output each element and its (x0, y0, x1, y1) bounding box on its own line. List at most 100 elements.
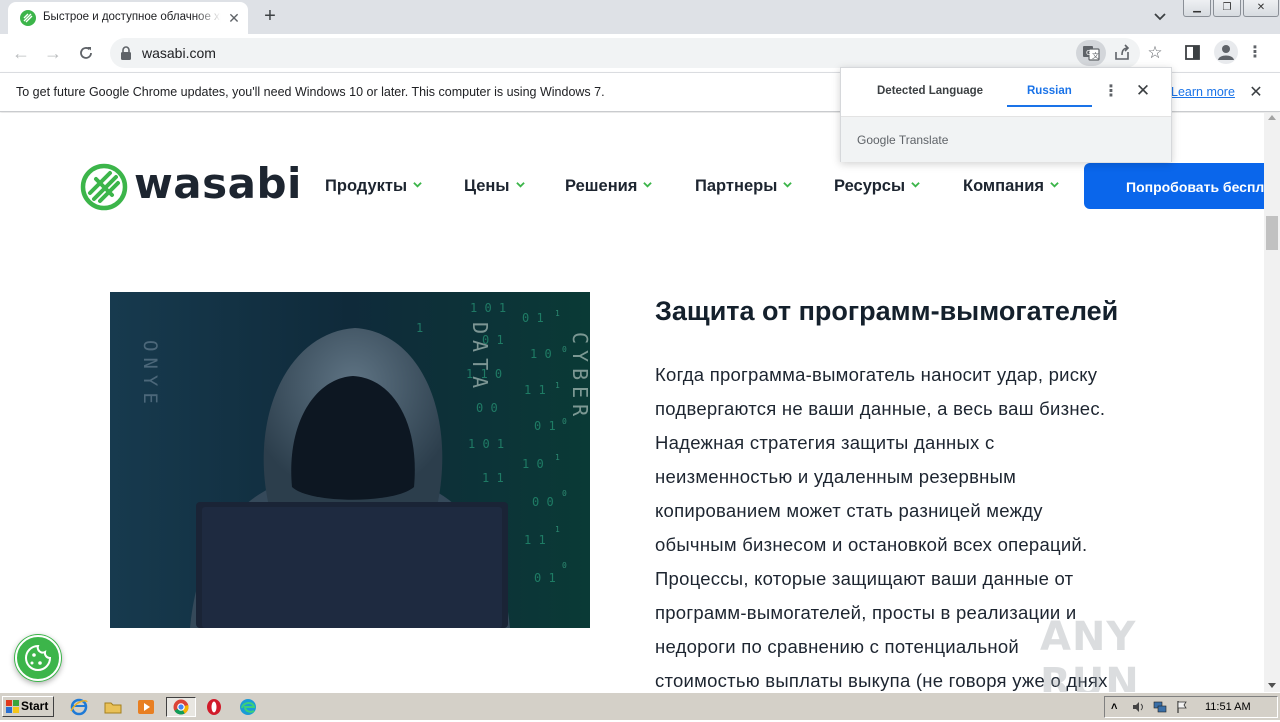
section-heading: Защита от программ-вымогателей (655, 296, 1119, 326)
svg-text:0 0: 0 0 (476, 401, 498, 415)
back-arrow-icon[interactable]: ← (8, 41, 34, 65)
nav-resources-label: Ресурсы (834, 177, 906, 195)
svg-text:0: 0 (562, 345, 567, 354)
browser-tab[interactable]: Быстрое и доступное облачное хр ✕ (8, 2, 248, 34)
paragraph-line: подвергаются не ваши данные, а весь ваш … (655, 398, 1106, 419)
tab-close-icon[interactable]: ✕ (226, 10, 242, 26)
new-tab-button[interactable]: + (258, 5, 282, 29)
active-tab-indicator (1007, 105, 1092, 107)
tab-detected-language[interactable]: Detected Language (877, 85, 983, 97)
profile-avatar-icon[interactable] (1214, 40, 1238, 64)
nav-products[interactable]: Продукты (325, 177, 422, 196)
paragraph-line: неизменностью и удаленным резервным (655, 466, 1017, 487)
scroll-thumb[interactable] (1266, 216, 1278, 250)
brand-translate: Translate (898, 133, 949, 147)
browser-menu-icon[interactable]: ⋮ (1245, 41, 1265, 65)
show-hidden-icons-icon[interactable]: ˄ (1111, 700, 1125, 714)
side-panel-icon[interactable] (1183, 43, 1203, 63)
svg-text:1: 1 (555, 453, 560, 462)
url-text: wasabi.com (142, 45, 216, 61)
nav-company-label: Компания (963, 177, 1045, 195)
file-explorer-icon[interactable] (102, 697, 124, 717)
chevron-down-icon (911, 182, 920, 188)
translate-footer: Google Translate (841, 116, 1171, 162)
close-window-button[interactable]: ✕ (1243, 0, 1279, 17)
opera-icon[interactable] (203, 697, 225, 717)
edge-icon[interactable] (237, 697, 259, 717)
window-controls: ▁ ❐ ✕ (1183, 0, 1280, 18)
windows-logo-icon (6, 700, 19, 713)
nav-partners[interactable]: Партнеры (695, 177, 793, 196)
translate-options-icon[interactable]: ⋮ (1103, 82, 1119, 102)
wasabi-logo[interactable]: wasabi (80, 159, 301, 211)
nav-solutions-label: Решения (565, 177, 638, 195)
translate-close-icon[interactable]: ✕ (1133, 81, 1153, 101)
svg-text:1: 1 (555, 381, 560, 390)
wasabi-favicon-icon (20, 10, 36, 26)
nav-resources[interactable]: Ресурсы (834, 177, 920, 196)
learn-more-link[interactable]: Learn more (1171, 85, 1235, 99)
internet-explorer-icon[interactable] (68, 697, 90, 717)
google-translate-brand: Google Translate (857, 133, 948, 147)
tab-strip: Быстрое и доступное облачное хр ✕ + ▁ ❐ … (0, 0, 1280, 34)
forward-arrow-icon[interactable]: → (40, 41, 66, 65)
chevron-down-icon (783, 182, 793, 188)
paragraph-line: обычным бизнесом и остановкой всех опера… (655, 534, 1088, 555)
svg-text:1 1: 1 1 (524, 383, 546, 397)
nav-solutions[interactable]: Решения (565, 177, 653, 196)
svg-text:0 1: 0 1 (522, 311, 544, 325)
anyrun-watermark: ANY RUN (1040, 606, 1240, 706)
chevron-down-icon (413, 182, 422, 188)
chevron-down-icon (643, 182, 653, 188)
nav-partners-label: Партнеры (695, 177, 778, 195)
network-icon[interactable] (1153, 700, 1167, 714)
address-bar[interactable]: wasabi.com G文 ☆ (110, 38, 1163, 68)
reload-icon[interactable] (73, 41, 99, 65)
wasabi-logo-icon (80, 163, 128, 211)
lock-icon[interactable] (120, 46, 132, 60)
logo-wordmark: wasabi (134, 159, 302, 208)
image-letters-middle: DATA (468, 322, 492, 394)
nav-company[interactable]: Компания (963, 177, 1059, 196)
restore-window-button[interactable]: ❐ (1213, 0, 1241, 17)
tab-search-chevron-icon[interactable] (1150, 8, 1170, 26)
scroll-down-arrow-icon[interactable] (1268, 683, 1276, 688)
clock[interactable]: 11:51 AM (1205, 701, 1251, 713)
page-scrollbar[interactable] (1264, 113, 1280, 692)
cookie-icon (15, 635, 61, 681)
infobar-close-icon[interactable]: ✕ (1247, 82, 1265, 102)
system-tray: ˄ 11:51 AM (1104, 696, 1278, 718)
image-letters-left: ONYE (139, 340, 161, 410)
svg-text:1 1: 1 1 (524, 533, 546, 547)
media-player-icon[interactable] (135, 697, 157, 717)
svg-text:G: G (1086, 49, 1091, 57)
chrome-icon[interactable] (166, 697, 196, 717)
volume-icon[interactable] (1131, 700, 1145, 714)
svg-text:0 1: 0 1 (534, 419, 556, 433)
nav-pricing[interactable]: Цены (464, 177, 525, 196)
svg-text:1 0 1: 1 0 1 (470, 301, 506, 315)
free-trial-button[interactable]: Попробовать беспл (1084, 163, 1264, 209)
paragraph-line: Процессы, которые защищают ваши данные о… (655, 568, 1074, 589)
svg-text:1: 1 (555, 309, 560, 318)
cookie-settings-button[interactable] (14, 634, 62, 682)
tab-russian[interactable]: Russian (1027, 85, 1072, 97)
share-icon[interactable] (1112, 43, 1132, 63)
chevron-down-icon (1050, 182, 1059, 188)
hacker-image: 1 0 10 11 1 0 0 01 0 11 1 0 1 01 00 1 1 … (110, 292, 590, 628)
bookmark-star-icon[interactable]: ☆ (1144, 42, 1166, 64)
minimize-window-button[interactable]: ▁ (1183, 0, 1211, 17)
scroll-up-arrow-icon[interactable] (1268, 115, 1276, 120)
svg-text:文: 文 (1092, 51, 1099, 60)
svg-text:0: 0 (562, 489, 567, 498)
paragraph-line: копированием может стать разницей между (655, 500, 1043, 521)
svg-text:1 0: 1 0 (530, 347, 552, 361)
svg-text:1: 1 (416, 321, 423, 335)
nav-products-label: Продукты (325, 177, 408, 195)
paragraph-line: Когда программа-вымогатель наносит удар,… (655, 364, 1098, 385)
svg-text:0: 0 (562, 417, 567, 426)
start-label: Start (21, 699, 49, 713)
translate-page-icon[interactable]: G文 (1076, 40, 1106, 66)
action-center-flag-icon[interactable] (1175, 700, 1189, 714)
start-button[interactable]: Start (2, 696, 54, 717)
